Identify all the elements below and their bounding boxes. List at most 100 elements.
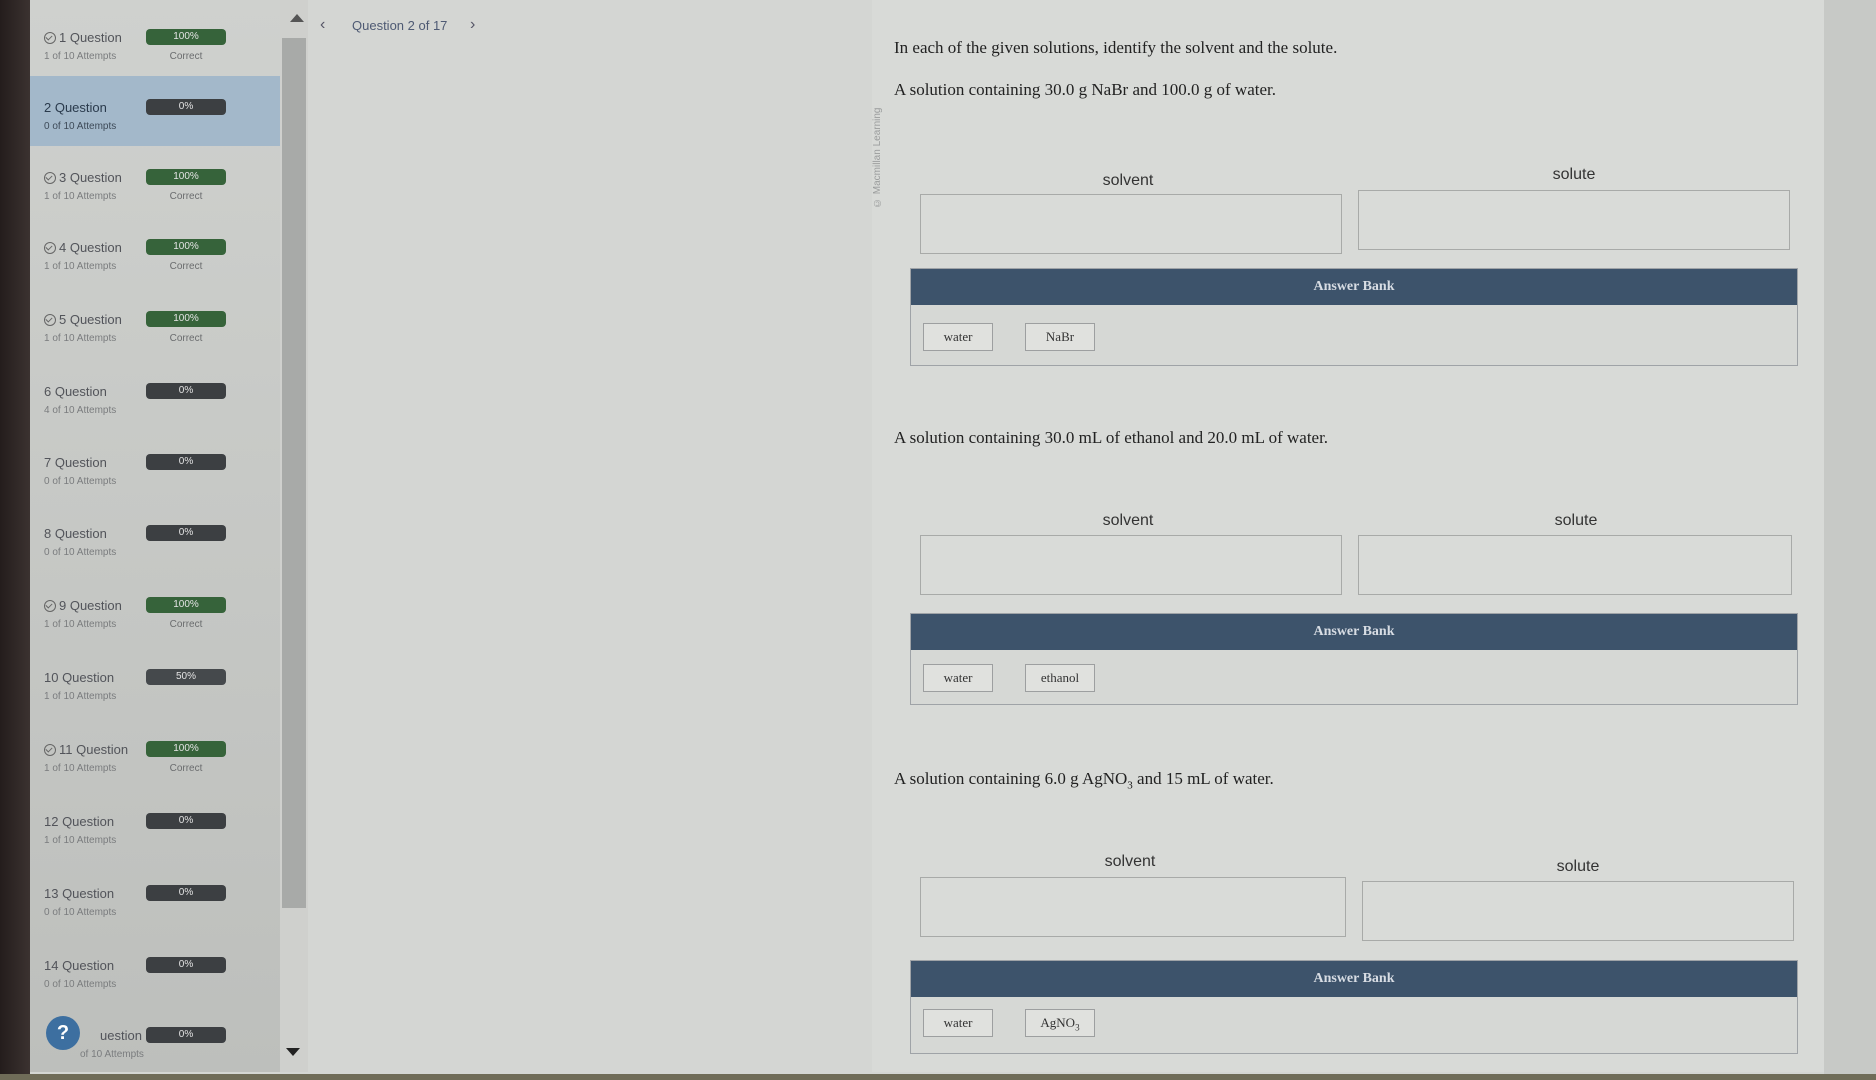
answer-bank-title: Answer Bank <box>911 269 1797 305</box>
solvent-label: solvent <box>1104 853 1156 870</box>
question-item-1[interactable]: 1 Question 1 of 10 Attempts 100% Correct <box>30 6 282 76</box>
question-item-4[interactable]: 4 Question 1 of 10 Attempts 100% Correct <box>30 216 282 286</box>
question-label: 3 Question <box>59 170 122 185</box>
attempts-text: 1 of 10 Attempts <box>44 191 117 202</box>
question-item-7[interactable]: 7 Question 0 of 10 Attempts 0% <box>30 431 282 501</box>
solute-label: solute <box>1554 512 1598 529</box>
question-label: uestion <box>100 1028 142 1043</box>
status-text: Correct <box>169 51 203 62</box>
question-item-12[interactable]: 12 Question 1 of 10 Attempts 0% <box>30 790 282 860</box>
attempts-text: 1 of 10 Attempts <box>44 691 117 702</box>
attempts-text: 1 of 10 Attempts <box>44 619 117 630</box>
copyright-credit: © Macmillan Learning <box>872 107 883 209</box>
solvent-drop-zone[interactable] <box>920 535 1342 595</box>
previous-question-button[interactable]: ‹ <box>320 16 325 34</box>
prompt-text: A solution containing 6.0 g AgNO <box>894 769 1128 788</box>
main-panel-blank <box>308 0 872 1072</box>
score-badge: 100% <box>146 169 226 185</box>
question-instructions: In each of the given solutions, identify… <box>894 38 1338 57</box>
question-label: 2 Question <box>44 100 107 115</box>
question-label: 13 Question <box>44 886 115 901</box>
solute-drop-zone[interactable] <box>1358 535 1792 595</box>
solute-drop-zone[interactable] <box>1358 190 1790 250</box>
status-text: Correct <box>169 333 203 344</box>
status-text: Correct <box>169 191 203 202</box>
answer-bank-title: Answer Bank <box>911 961 1797 997</box>
attempts-text: 0 of 10 Attempts <box>44 121 117 132</box>
monitor-bezel-left <box>0 0 30 1080</box>
question-item-3[interactable]: 3 Question 1 of 10 Attempts 100% Correct <box>30 146 282 216</box>
status-text: Correct <box>169 619 203 630</box>
question-item-6[interactable]: 6 Question 4 of 10 Attempts 0% <box>30 360 282 430</box>
score-badge: 0% <box>146 454 226 470</box>
check-circle-icon <box>44 743 56 756</box>
part-2-prompt: A solution containing 30.0 mL of ethanol… <box>894 428 1329 447</box>
answer-bank: Answer Bank water NaBr <box>910 268 1798 366</box>
scroll-down-arrow-icon[interactable] <box>286 1048 300 1056</box>
part-1-prompt: A solution containing 30.0 g NaBr and 10… <box>894 80 1276 99</box>
score-badge: 0% <box>146 957 226 973</box>
attempts-text: 1 of 10 Attempts <box>44 763 117 774</box>
status-text: Correct <box>169 763 203 774</box>
attempts-text: 1 of 10 Attempts <box>44 835 117 846</box>
score-badge: 0% <box>146 99 226 115</box>
score-badge: 0% <box>146 885 226 901</box>
solvent-drop-zone[interactable] <box>920 877 1346 937</box>
answer-chip-ethanol[interactable]: ethanol <box>1025 664 1095 692</box>
question-label: 12 Question <box>44 814 115 829</box>
help-button[interactable]: ? <box>46 1016 80 1050</box>
question-label: 9 Question <box>59 598 122 613</box>
scroll-up-arrow-icon[interactable] <box>290 14 304 22</box>
answer-chip-water[interactable]: water <box>923 323 993 351</box>
solute-drop-zone[interactable] <box>1362 881 1794 941</box>
question-label: 4 Question <box>59 240 122 255</box>
question-label: 8 Question <box>44 526 107 541</box>
check-circle-icon <box>44 171 56 184</box>
question-item-11[interactable]: 11 Question 1 of 10 Attempts 100% Correc… <box>30 718 282 788</box>
part-3-prompt: A solution containing 6.0 g AgNO3 and 15… <box>894 769 1274 791</box>
question-item-14[interactable]: 14 Question 0 of 10 Attempts 0% <box>30 934 282 1004</box>
question-label: 7 Question <box>44 455 107 470</box>
question-item-9[interactable]: 9 Question 1 of 10 Attempts 100% Correct <box>30 574 282 644</box>
score-badge: 100% <box>146 311 226 327</box>
answer-chip-water[interactable]: water <box>923 1009 993 1037</box>
question-sidebar: 1 Question 1 of 10 Attempts 100% Correct… <box>30 0 282 1072</box>
check-circle-icon <box>44 31 56 44</box>
solvent-label: solvent <box>1102 172 1154 189</box>
question-item-13[interactable]: 13 Question 0 of 10 Attempts 0% <box>30 862 282 932</box>
question-item-2[interactable]: 2 Question 0 of 10 Attempts 0% <box>30 76 282 146</box>
check-circle-icon <box>44 599 56 612</box>
solute-label: solute <box>1556 858 1600 875</box>
subscript: 3 <box>1075 1022 1080 1033</box>
question-label: 11 Question <box>59 742 129 757</box>
status-text: Correct <box>169 261 203 272</box>
solute-label: solute <box>1552 166 1596 183</box>
attempts-text: 0 of 10 Attempts <box>44 979 117 990</box>
solvent-drop-zone[interactable] <box>920 194 1342 254</box>
solvent-label: solvent <box>1102 512 1154 529</box>
answer-chip-agno3[interactable]: AgNO3 <box>1025 1009 1095 1037</box>
score-badge: 0% <box>146 383 226 399</box>
answer-bank: Answer Bank water AgNO3 <box>910 960 1798 1054</box>
scrollbar-thumb[interactable] <box>282 38 306 908</box>
monitor-bezel-bottom <box>0 1074 1876 1080</box>
next-question-button[interactable]: › <box>470 16 475 34</box>
check-circle-icon <box>44 241 56 254</box>
score-badge: 100% <box>146 597 226 613</box>
attempts-text: 0 of 10 Attempts <box>44 547 117 558</box>
question-label: 10 Question <box>44 670 115 685</box>
question-counter: Question 2 of 17 <box>352 18 448 33</box>
answer-chip-nabr[interactable]: NaBr <box>1025 323 1095 351</box>
attempts-text: 4 of 10 Attempts <box>44 405 117 416</box>
question-item-8[interactable]: 8 Question 0 of 10 Attempts 0% <box>30 502 282 572</box>
answer-chip-water[interactable]: water <box>923 664 993 692</box>
attempts-text: 1 of 10 Attempts <box>44 51 117 62</box>
question-label: 14 Question <box>44 958 115 973</box>
question-item-10[interactable]: 10 Question 1 of 10 Attempts 50% <box>30 646 282 716</box>
question-item-5[interactable]: 5 Question 1 of 10 Attempts 100% Correct <box>30 288 282 358</box>
attempts-text: 0 of 10 Attempts <box>44 907 117 918</box>
chip-text: AgNO <box>1040 1015 1076 1030</box>
question-label: 1 Question <box>59 30 122 45</box>
score-badge: 100% <box>146 29 226 45</box>
attempts-text: 1 of 10 Attempts <box>44 261 117 272</box>
